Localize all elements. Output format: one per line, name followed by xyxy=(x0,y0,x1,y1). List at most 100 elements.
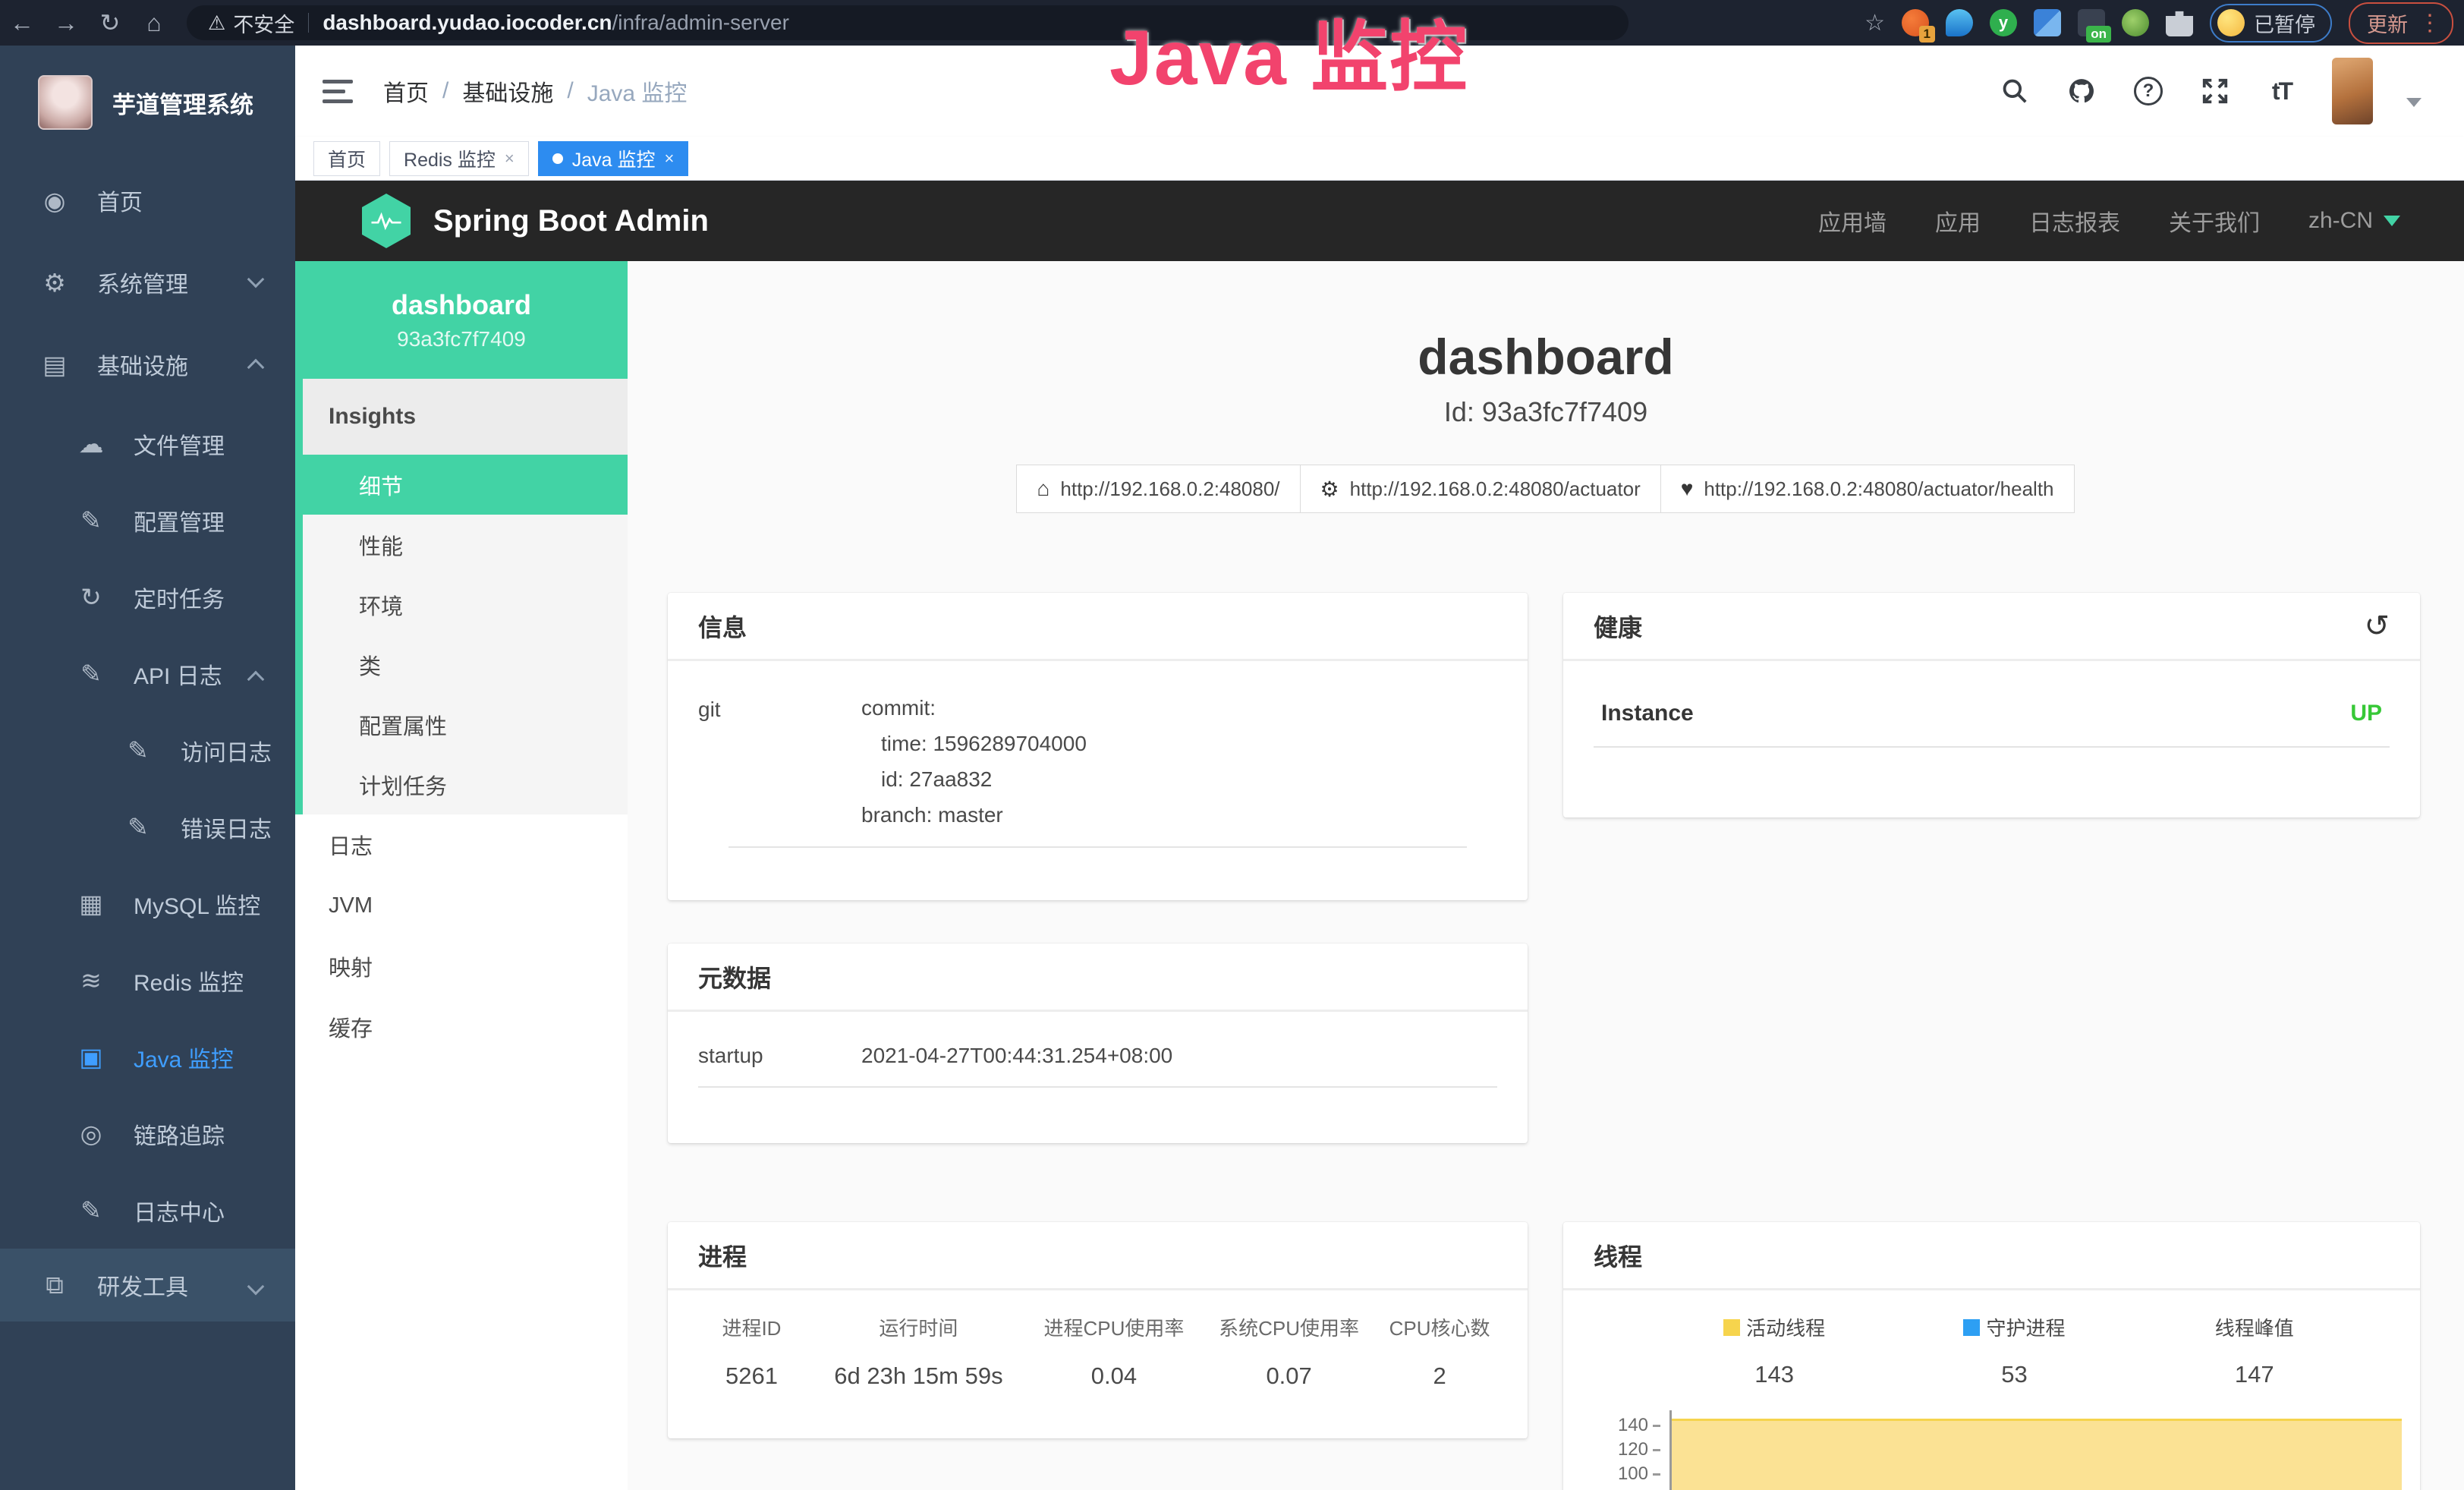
sba-item-classes[interactable]: 类 xyxy=(303,635,628,695)
extension-onetab-icon[interactable]: on xyxy=(2078,9,2105,36)
github-icon[interactable] xyxy=(2065,74,2098,108)
insights-section-label[interactable]: Insights xyxy=(303,379,628,455)
avatar-caret-icon[interactable] xyxy=(2406,98,2422,107)
address-bar[interactable]: ⚠ 不安全 dashboard.yudao.iocoder.cn /infra/… xyxy=(187,5,1629,40)
endpoint-health-button[interactable]: ♥ http://192.168.0.2:48080/actuator/heal… xyxy=(1660,465,2075,513)
process-col-process-cpu: 进程CPU使用率 0.04 xyxy=(1024,1313,1204,1390)
profile-paused-chip[interactable]: 已暂停 xyxy=(2210,4,2332,43)
history-icon[interactable]: ↺ xyxy=(2364,609,2390,644)
sidebar-item-scheduled-tasks[interactable]: ↻ 定时任务 xyxy=(0,559,295,635)
user-avatar[interactable] xyxy=(2332,58,2373,124)
sidebar-item-redis-monitor[interactable]: ≋ Redis 监控 xyxy=(0,942,295,1019)
process-col-pid: 进程ID 5261 xyxy=(691,1313,813,1390)
browser-update-button[interactable]: 更新 ⋮ xyxy=(2349,2,2453,44)
tag-label: 首页 xyxy=(328,145,366,172)
sidebar-item-api-log[interactable]: ✎ API 日志 xyxy=(0,635,295,712)
sba-item-config-props[interactable]: 配置属性 xyxy=(303,695,628,754)
column-header: 系统CPU使用率 xyxy=(1204,1313,1374,1341)
sidebar-item-mysql-monitor[interactable]: ▦ MySQL 监控 xyxy=(0,865,295,942)
sidebar-item-home[interactable]: ◉ 首页 xyxy=(0,159,295,241)
monitor-icon: ▣ xyxy=(74,1042,108,1072)
browser-home-icon[interactable]: ⌂ xyxy=(132,9,176,37)
browser-toolbar: ← → ↻ ⌂ ⚠ 不安全 dashboard.yudao.iocoder.cn… xyxy=(0,0,2464,46)
sba-nav-wallboard[interactable]: 应用墙 xyxy=(1818,204,1887,238)
page-title: dashboard xyxy=(628,328,2464,386)
tag-label: Redis 监控 xyxy=(404,145,496,172)
sidebar-item-dev-tools[interactable]: ⧉ 研发工具 xyxy=(0,1249,295,1321)
status-badge: UP xyxy=(2350,701,2382,726)
spring-boot-admin-logo xyxy=(362,194,411,248)
home-icon: ⌂ xyxy=(1037,477,1049,501)
legend-value: 147 xyxy=(2235,1361,2274,1388)
browser-menu-icon[interactable]: ⋮ xyxy=(2418,10,2441,36)
tag-home[interactable]: 首页 xyxy=(313,141,380,176)
sidebar-item-log-center[interactable]: ✎ 日志中心 xyxy=(0,1172,295,1249)
url-path: /infra/admin-server xyxy=(612,11,789,35)
sba-nav-about[interactable]: 关于我们 xyxy=(2169,204,2260,238)
sidebar-item-infrastructure[interactable]: ▤ 基础设施 xyxy=(0,323,295,405)
sidebar-item-file-manage[interactable]: ☁ 文件管理 xyxy=(0,405,295,482)
breadcrumb-home[interactable]: 首页 xyxy=(383,74,429,108)
sba-brand-title[interactable]: Spring Boot Admin xyxy=(433,204,709,238)
sba-language-select[interactable]: zh-CN xyxy=(2308,208,2400,234)
sba-item-scheduled[interactable]: 计划任务 xyxy=(303,754,628,814)
browser-forward-icon[interactable]: → xyxy=(44,9,88,37)
sba-item-caches[interactable]: 缓存 xyxy=(295,997,628,1057)
sidebar-item-config-manage[interactable]: ✎ 配置管理 xyxy=(0,482,295,559)
sba-item-environment[interactable]: 环境 xyxy=(303,575,628,635)
close-icon[interactable]: × xyxy=(665,149,675,169)
chevron-up-icon xyxy=(247,359,265,376)
page-instance-id: Id: 93a3fc7f7409 xyxy=(628,396,2464,428)
sidebar-item-label: 系统管理 xyxy=(97,266,188,299)
extension-leaf-icon[interactable] xyxy=(2122,9,2149,36)
sba-nav-applications[interactable]: 应用 xyxy=(1935,204,1981,238)
breadcrumb-infrastructure[interactable]: 基础设施 xyxy=(462,74,553,108)
sidebar-item-trace[interactable]: ◎ 链路追踪 xyxy=(0,1095,295,1172)
health-instance-row: Instance UP xyxy=(1563,661,2420,726)
bookmark-star-icon[interactable]: ☆ xyxy=(1865,10,1885,36)
extension-grid-icon[interactable] xyxy=(2034,9,2061,36)
sba-item-metrics[interactable]: 性能 xyxy=(303,515,628,575)
sidebar-item-system[interactable]: ⚙ 系统管理 xyxy=(0,241,295,323)
browser-reload-icon[interactable]: ↻ xyxy=(88,8,132,37)
instance-id: 93a3fc7f7409 xyxy=(397,327,526,351)
url-separator xyxy=(308,13,309,33)
divider xyxy=(729,846,1467,848)
sba-item-logs[interactable]: 日志 xyxy=(295,814,628,875)
font-size-icon[interactable]: tT xyxy=(2265,74,2299,108)
y-tick: 120 xyxy=(1618,1439,1660,1460)
log-icon: ✎ xyxy=(121,736,155,765)
sidebar-item-java-monitor[interactable]: ▣ Java 监控 xyxy=(0,1019,295,1095)
log-icon: ✎ xyxy=(74,659,108,688)
extension-puzzle-icon[interactable] xyxy=(2166,9,2193,36)
close-icon[interactable]: × xyxy=(505,149,515,169)
sidebar-item-error-log[interactable]: ✎ 错误日志 xyxy=(0,789,295,865)
sba-item-jvm[interactable]: JVM xyxy=(295,875,628,936)
tag-redis-monitor[interactable]: Redis 监控 × xyxy=(389,141,529,176)
endpoint-actuator-button[interactable]: ⚙ http://192.168.0.2:48080/actuator xyxy=(1300,465,1661,513)
extension-pin-icon[interactable] xyxy=(1946,9,1973,36)
database-icon: ▦ xyxy=(74,889,108,918)
extension-y-icon[interactable]: y xyxy=(1990,9,2017,36)
process-card-title: 进程 xyxy=(668,1222,1528,1290)
warning-icon: ⚠ xyxy=(208,11,225,35)
sba-item-details[interactable]: 细节 xyxy=(303,455,628,515)
trace-icon: ◎ xyxy=(74,1119,108,1148)
y-tick: 100 xyxy=(1618,1463,1660,1485)
tag-java-monitor[interactable]: Java 监控 × xyxy=(538,141,689,176)
endpoint-url: http://192.168.0.2:48080/actuator/health xyxy=(1704,477,2053,501)
app-header: 首页 / 基础设施 / Java 监控 xyxy=(295,46,2464,137)
sba-nav-journal[interactable]: 日志报表 xyxy=(2029,204,2120,238)
browser-back-icon[interactable]: ← xyxy=(0,9,44,37)
instance-header[interactable]: dashboard 93a3fc7f7409 xyxy=(295,261,628,379)
fullscreen-icon[interactable] xyxy=(2198,74,2232,108)
sba-item-mappings[interactable]: 映射 xyxy=(295,936,628,997)
cloud-upload-icon: ☁ xyxy=(74,429,108,458)
extension-colorzilla-icon[interactable]: 1 xyxy=(1902,9,1929,36)
hamburger-icon[interactable] xyxy=(323,80,353,103)
sidebar-item-access-log[interactable]: ✎ 访问日志 xyxy=(0,712,295,789)
info-card-title: 信息 xyxy=(668,593,1528,661)
help-icon[interactable]: ? xyxy=(2132,74,2165,108)
search-icon[interactable] xyxy=(1998,74,2031,108)
endpoint-home-button[interactable]: ⌂ http://192.168.0.2:48080/ xyxy=(1016,465,1300,513)
